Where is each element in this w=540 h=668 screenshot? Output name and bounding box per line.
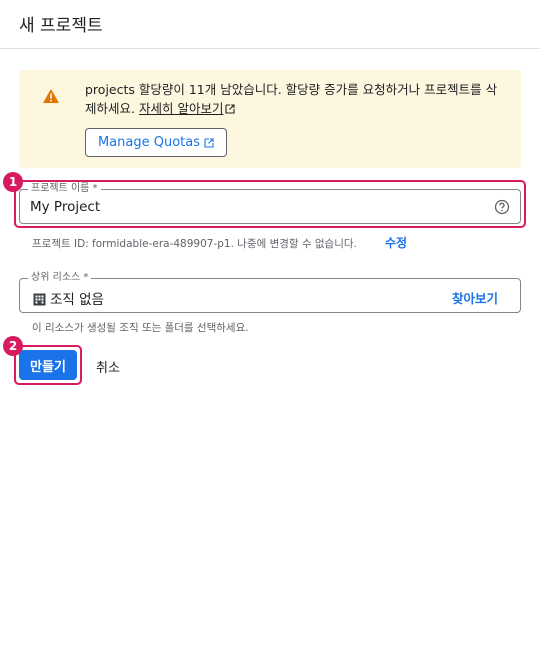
project-name-label: 프로젝트 이름 * [28,183,101,195]
quota-warning-banner: projects 할당량이 11개 남았습니다. 할당량 증가를 요청하거나 프… [19,70,521,168]
parent-resource-value: 조직 없음 [50,292,104,308]
manage-quotas-label: Manage Quotas [97,135,201,150]
organization-icon [33,293,46,306]
learn-more-link[interactable]: 자세히 알아보기 [139,101,223,116]
step-marker-1: 1 [3,172,23,192]
help-icon[interactable] [494,199,510,215]
cancel-button[interactable]: 취소 [96,357,120,376]
create-button[interactable]: 만들기 [19,350,77,380]
project-id-helper: 프로젝트 ID: formidable-era-489907-p1. 나중에 변… [32,238,357,250]
quota-warning-text: projects 할당량이 11개 남았습니다. 할당량 증가를 요청하거나 프… [85,80,505,118]
edit-project-id-link[interactable]: 수정 [385,234,407,251]
parent-resource-label: 상위 리소스 * [28,272,92,284]
parent-resource-helper: 이 리소스가 생성될 조직 또는 폴더를 선택하세요. [32,322,249,334]
project-name-input[interactable]: My Project [30,199,100,215]
external-link-icon [225,104,236,114]
warning-icon [43,89,59,103]
parent-resource-field[interactable]: 상위 리소스 * 조직 없음 찾아보기 [19,272,521,313]
parent-resource-value-wrap: 조직 없음 [33,288,104,308]
manage-quotas-button[interactable]: Manage Quotas [85,128,227,157]
step-marker-2: 2 [3,336,23,356]
external-link-icon [204,137,214,148]
dialog-header: 새 프로젝트 [0,0,540,49]
project-name-field[interactable]: 프로젝트 이름 * My Project [19,183,521,224]
page-title: 새 프로젝트 [19,16,103,36]
browse-button[interactable]: 찾아보기 [452,288,498,307]
